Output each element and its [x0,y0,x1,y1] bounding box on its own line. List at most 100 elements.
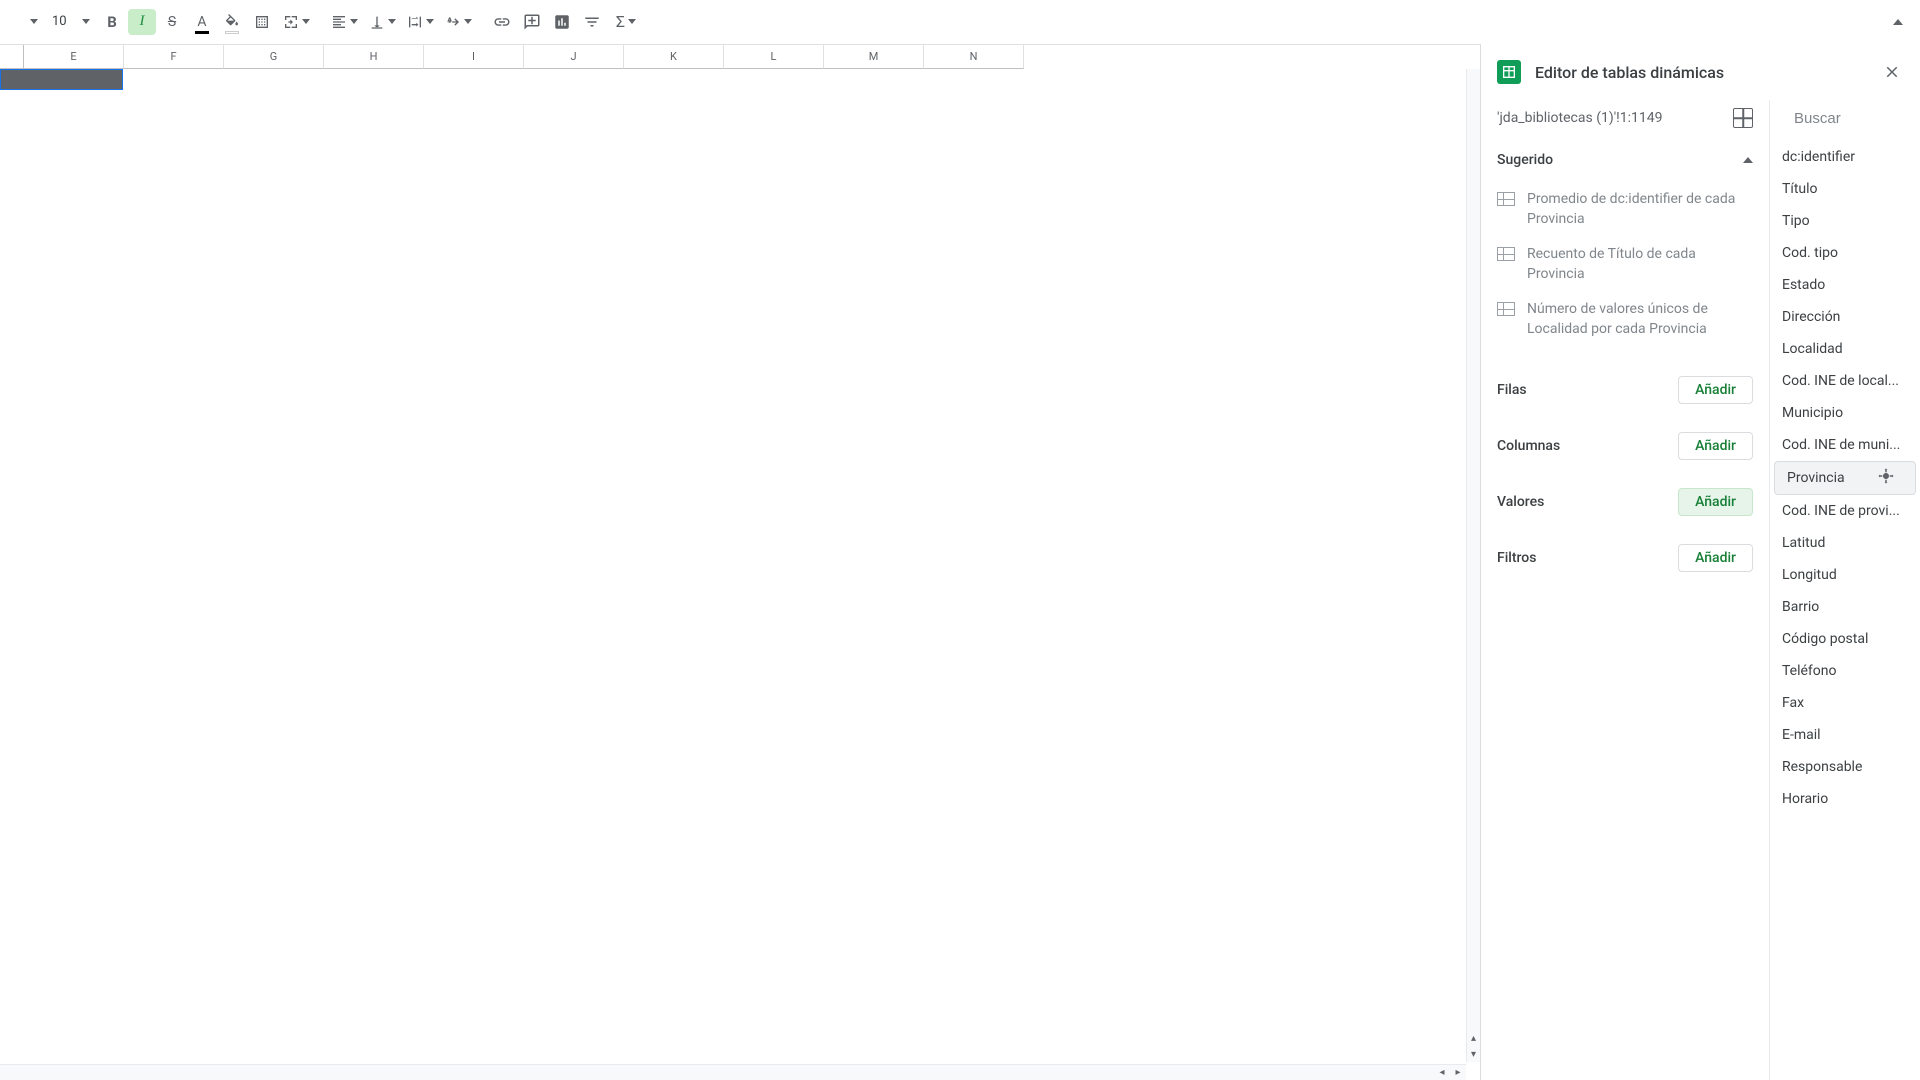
field-item[interactable]: Cod. INE de local... [1770,365,1920,397]
font-family-dropdown[interactable] [8,9,44,35]
suggestions-list: Promedio de dc:identifier de cada Provin… [1497,182,1753,348]
text-rotation-button[interactable] [440,9,476,35]
field-item[interactable]: Longitud [1770,559,1920,591]
borders-button[interactable] [248,9,276,35]
functions-button[interactable]: Σ [608,9,644,35]
selected-cell[interactable] [0,69,123,90]
values-section: Valores Añadir [1497,488,1753,516]
font-size-input[interactable]: 10 [46,9,96,35]
field-search-input[interactable] [1794,110,1920,127]
suggested-section-header[interactable]: Sugerido [1497,152,1753,168]
column-header[interactable]: G [224,45,324,69]
chevron-down-icon [464,19,472,24]
chevron-down-icon [302,19,310,24]
column-header[interactable]: N [924,45,1024,69]
horizontal-align-button[interactable] [326,9,362,35]
add-filters-button[interactable]: Añadir [1678,544,1753,572]
horizontal-scrollbar[interactable]: ◂ ▸ [0,1064,1466,1080]
field-item[interactable]: Cod. INE de muni... [1770,429,1920,461]
scroll-left-icon[interactable]: ◂ [1434,1065,1450,1080]
align-icon [331,14,347,30]
column-header[interactable]: K [624,45,724,69]
select-range-button[interactable] [1733,108,1753,128]
field-item[interactable]: Responsable [1770,751,1920,783]
column-header[interactable]: L [724,45,824,69]
scroll-down-icon[interactable]: ▾ [1467,1046,1480,1062]
wrap-icon [407,14,423,30]
close-panel-button[interactable] [1880,60,1904,84]
scroll-right-icon[interactable]: ▸ [1450,1065,1466,1080]
add-columns-button[interactable]: Añadir [1678,432,1753,460]
italic-button[interactable]: I [128,9,156,35]
field-item[interactable]: Cod. tipo [1770,237,1920,269]
field-item[interactable]: Tipo [1770,205,1920,237]
vertical-scrollbar[interactable]: ▴ ▾ [1466,69,1480,1062]
field-item[interactable]: Barrio [1770,591,1920,623]
column-header[interactable]: H [324,45,424,69]
text-color-button[interactable]: A [188,9,216,35]
strikethrough-button[interactable]: S [158,9,186,35]
bold-button[interactable]: B [98,9,126,35]
field-item[interactable]: Latitud [1770,527,1920,559]
field-item[interactable]: Dirección [1770,301,1920,333]
filter-icon [583,13,601,31]
column-header[interactable]: F [124,45,224,69]
field-item[interactable]: Horario [1770,783,1920,815]
suggestion-text: Número de valores únicos de Localidad po… [1527,300,1753,339]
collapse-toolbar-button[interactable] [1884,9,1912,35]
add-rows-button[interactable]: Añadir [1678,376,1753,404]
insert-link-button[interactable] [488,9,516,35]
column-header[interactable]: M [824,45,924,69]
chevron-down-icon [426,19,434,24]
chevron-down-icon [30,19,38,24]
column-header[interactable]: J [524,45,624,69]
pivot-config-area: 'jda_bibliotecas (1)'!1:1149 Sugerido Pr… [1481,100,1770,1080]
suggestion-text: Promedio de dc:identifier de cada Provin… [1527,190,1753,229]
close-icon [1883,63,1901,81]
text-wrap-button[interactable] [402,9,438,35]
fill-color-button[interactable] [218,9,246,35]
suggestion-item[interactable]: Número de valores únicos de Localidad po… [1497,292,1753,347]
spreadsheet-grid[interactable]: EFGHIJKLMN ▴ ▾ ◂ ▸ [0,44,1480,1080]
field-items-list: dc:identifierTítuloTipoCod. tipoEstadoDi… [1770,137,1920,1080]
chevron-down-icon [388,19,396,24]
link-icon [493,13,511,31]
filters-label: Filtros [1497,550,1536,566]
chevron-up-icon [1893,19,1903,25]
panel-title: Editor de tablas dinámicas [1535,63,1866,82]
rows-section: Filas Añadir [1497,376,1753,404]
field-item[interactable]: Municipio [1770,397,1920,429]
paint-bucket-icon [224,14,240,30]
merge-cells-button[interactable] [278,9,314,35]
rows-label: Filas [1497,382,1527,398]
data-range-text[interactable]: 'jda_bibliotecas (1)'!1:1149 [1497,110,1725,126]
drag-cursor-icon [1877,467,1895,489]
rotation-icon [445,14,461,30]
chart-icon [553,13,571,31]
field-item[interactable]: Estado [1770,269,1920,301]
field-item[interactable]: Código postal [1770,623,1920,655]
filter-button[interactable] [578,9,606,35]
suggestion-item[interactable]: Recuento de Título de cada Provincia [1497,237,1753,292]
insert-comment-button[interactable] [518,9,546,35]
vertical-align-button[interactable] [364,9,400,35]
chevron-up-icon [1743,157,1753,163]
field-item[interactable]: Teléfono [1770,655,1920,687]
insert-chart-button[interactable] [548,9,576,35]
values-label: Valores [1497,494,1544,510]
font-size-value: 10 [52,14,67,29]
field-item[interactable]: Cod. INE de provi... [1770,495,1920,527]
column-header[interactable]: I [424,45,524,69]
column-header[interactable]: E [24,45,124,69]
field-item[interactable]: Provincia [1774,461,1916,495]
scroll-up-icon[interactable]: ▴ [1467,1030,1480,1046]
field-item[interactable]: Título [1770,173,1920,205]
borders-icon [254,14,270,30]
add-values-button[interactable]: Añadir [1678,488,1753,516]
field-item[interactable]: Fax [1770,687,1920,719]
field-item[interactable]: E-mail [1770,719,1920,751]
sheets-icon [1497,60,1521,84]
field-item[interactable]: dc:identifier [1770,141,1920,173]
suggestion-item[interactable]: Promedio de dc:identifier de cada Provin… [1497,182,1753,237]
field-item[interactable]: Localidad [1770,333,1920,365]
